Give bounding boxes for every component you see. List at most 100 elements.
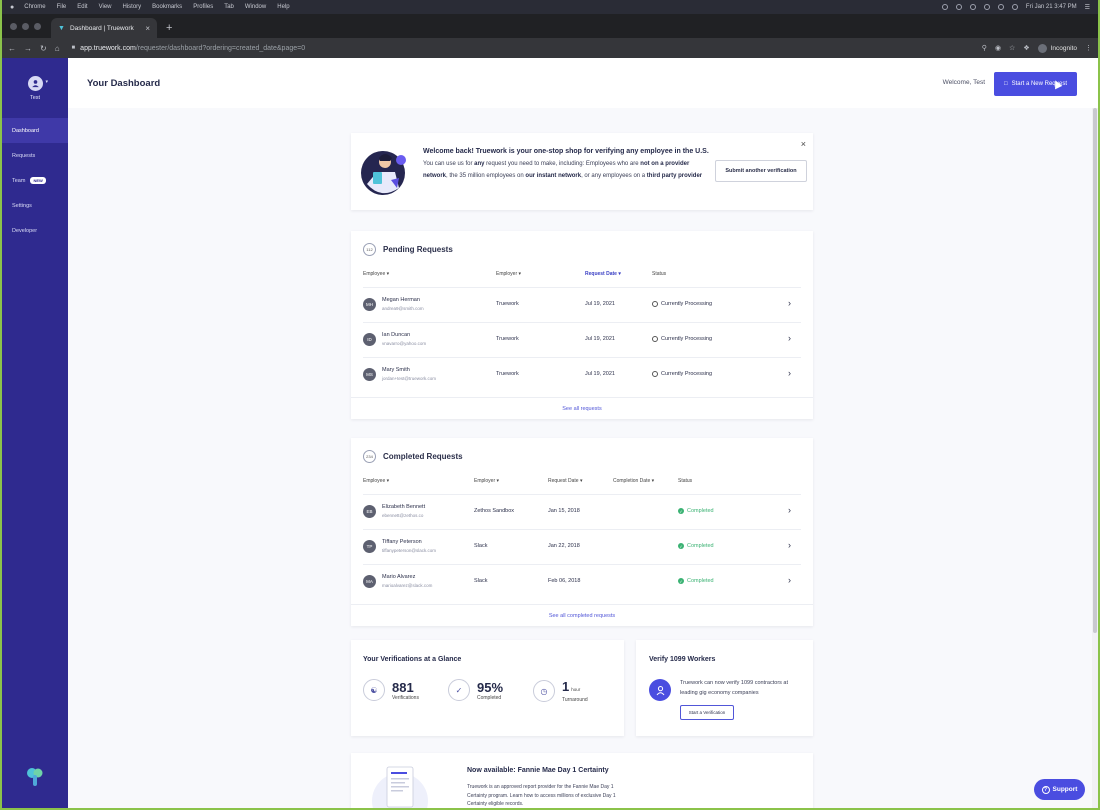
incognito-indicator[interactable]: Incognito — [1037, 43, 1077, 53]
employee-email: vnavarro@yahoo.com — [382, 341, 427, 346]
caret-down-icon[interactable]: ▾ — [46, 79, 49, 85]
menubar-clock[interactable]: Fri Jan 21 3:47 PM — [1026, 4, 1077, 10]
menu-edit[interactable]: Edit — [77, 4, 87, 10]
check-circle-icon: ✓ — [678, 508, 684, 514]
stat-value: 881 — [392, 679, 414, 695]
url-host[interactable]: app.truework.com — [80, 45, 136, 52]
zoom-icon[interactable]: ⚲ — [982, 44, 987, 52]
close-window-button[interactable] — [10, 23, 17, 30]
status-text: Currently Processing — [661, 371, 713, 377]
hide-icon[interactable]: ◉ — [995, 44, 1001, 52]
toolbar-actions: ⚲ ◉ ☆ ❖ Incognito ⋮ — [982, 43, 1092, 53]
sidebar-item-requests[interactable]: Requests — [2, 143, 68, 168]
table-row[interactable]: MS Mary Smith jordan+test@truework.com T… — [363, 357, 801, 392]
menu-chrome[interactable]: Chrome — [24, 4, 45, 10]
close-tab-icon[interactable]: × — [145, 24, 150, 33]
status-badge: ✓ Completed — [678, 543, 714, 549]
extensions-icon[interactable]: ❖ — [1023, 44, 1029, 52]
request-date: Jul 19, 2021 — [585, 301, 615, 307]
status-icon[interactable] — [941, 4, 948, 10]
maximize-window-button[interactable] — [34, 23, 41, 30]
new-badge: NEW — [30, 177, 46, 184]
employee-name: Ian Duncan — [382, 332, 411, 338]
table-row[interactable]: MA Mario Alvarez marioalvarez@slack.com … — [363, 564, 801, 599]
sidebar-item-developer[interactable]: Developer — [2, 218, 68, 243]
employer-name: Slack — [474, 543, 488, 549]
battery-icon[interactable] — [1011, 4, 1018, 10]
status-badge: Currently Processing — [652, 371, 712, 377]
menu-profiles[interactable]: Profiles — [193, 4, 213, 10]
chevron-right-icon[interactable]: › — [788, 575, 791, 585]
chevron-right-icon[interactable]: › — [788, 333, 791, 343]
column-request-date[interactable]: Request Date ▾ — [548, 478, 582, 484]
table-row[interactable]: EB Elizabeth Bennett ebennett@zethos.co … — [363, 494, 801, 529]
url-path[interactable]: /requester/dashboard?ordering=created_da… — [136, 45, 305, 52]
apple-icon[interactable]: ● — [10, 4, 14, 11]
browser-menu-icon[interactable]: ⋮ — [1085, 44, 1092, 52]
column-employee[interactable]: Employee ▾ — [363, 271, 389, 277]
menu-help[interactable]: Help — [277, 4, 289, 10]
see-all-completed-requests-link[interactable]: See all completed requests — [351, 604, 813, 626]
lock-icon[interactable]: ■ — [72, 45, 76, 51]
avatar: EB — [363, 505, 376, 518]
welcome-body: request you need to make, including: Emp… — [486, 161, 639, 167]
welcome-message: Welcome back! Truework is your one-stop … — [423, 146, 713, 182]
chevron-right-icon[interactable]: › — [788, 540, 791, 550]
user-avatar[interactable]: ▾ — [27, 75, 48, 91]
scrollbar-thumb[interactable] — [1093, 108, 1097, 633]
user-menu[interactable]: ▾ Test — [2, 58, 68, 118]
stat-turnaround: ◷ 1 hour Turnaround — [533, 679, 588, 703]
sidebar-item-team[interactable]: Team NEW — [2, 168, 68, 193]
new-tab-icon[interactable]: + — [166, 22, 172, 38]
column-employer[interactable]: Employer ▾ — [474, 478, 499, 484]
menu-history[interactable]: History — [123, 4, 142, 10]
start-verification-button[interactable]: Start a Verification — [680, 705, 734, 720]
employee-email: tiffanypeterson@slack.com — [382, 548, 437, 553]
back-icon[interactable]: ← — [8, 44, 16, 53]
wifi-icon[interactable] — [997, 4, 1004, 10]
clock-icon — [652, 336, 658, 342]
request-date: Jan 22, 2018 — [548, 543, 580, 549]
menu-file[interactable]: File — [57, 4, 67, 10]
welcome-body-emphasis: third party provider — [646, 173, 703, 179]
table-row[interactable]: ID Ian Duncan vnavarro@yahoo.com Truewor… — [363, 322, 801, 357]
bookmark-star-icon[interactable]: ☆ — [1009, 44, 1015, 52]
completed-table-header: Employee ▾ Employer ▾ Request Date ▾ Com… — [363, 478, 801, 488]
submit-another-verification-button[interactable]: Submit another verification — [715, 160, 807, 182]
fannie-mae-card: Now available: Fannie Mae Day 1 Certaint… — [351, 753, 813, 808]
column-request-date[interactable]: Request Date ▾ — [585, 271, 621, 277]
sidebar-item-dashboard[interactable]: Dashboard — [2, 118, 68, 143]
control-center-icon[interactable]: ☰ — [1085, 4, 1090, 11]
status-icon[interactable] — [955, 4, 962, 10]
welcome-illustration-icon — [361, 151, 406, 195]
chevron-right-icon[interactable]: › — [788, 505, 791, 515]
chevron-right-icon[interactable]: › — [788, 298, 791, 308]
reload-icon[interactable]: ↻ — [40, 44, 47, 53]
column-employer[interactable]: Employer ▾ — [496, 271, 521, 277]
minimize-window-button[interactable] — [22, 23, 29, 30]
start-new-request-button[interactable]: □ Start a New Request — [994, 72, 1077, 96]
column-employee[interactable]: Employee ▾ — [363, 478, 389, 484]
close-icon[interactable]: × — [801, 139, 806, 149]
browser-tab[interactable]: ▼ Dashboard | Truework × — [51, 18, 157, 38]
chevron-right-icon[interactable]: › — [788, 368, 791, 378]
menu-tab[interactable]: Tab — [224, 4, 234, 10]
table-row[interactable]: TP Tiffany Peterson tiffanypeterson@slac… — [363, 529, 801, 564]
menu-window[interactable]: Window — [245, 4, 266, 10]
support-button[interactable]: ? Support — [1034, 779, 1085, 800]
welcome-body: , the 35 million employees on — [446, 173, 524, 179]
menu-view[interactable]: View — [99, 4, 112, 10]
status-icon[interactable] — [983, 4, 990, 10]
sidebar-item-settings[interactable]: Settings — [2, 193, 68, 218]
truework-logo-icon[interactable] — [24, 766, 46, 788]
status-badge: ✓ Completed — [678, 578, 714, 584]
page-scrollbar[interactable] — [1092, 108, 1098, 808]
menu-bookmarks[interactable]: Bookmarks — [152, 4, 182, 10]
status-icon[interactable] — [969, 4, 976, 10]
home-icon[interactable]: ⌂ — [55, 44, 60, 53]
forward-icon[interactable]: → — [24, 44, 32, 53]
column-completion-date[interactable]: Completion Date ▾ — [613, 478, 654, 484]
table-row[interactable]: MH Megan Herman andrea9@smith.com Truewo… — [363, 287, 801, 322]
glance-title: Your Verifications at a Glance — [363, 656, 462, 663]
see-all-requests-link[interactable]: See all requests — [351, 397, 813, 419]
